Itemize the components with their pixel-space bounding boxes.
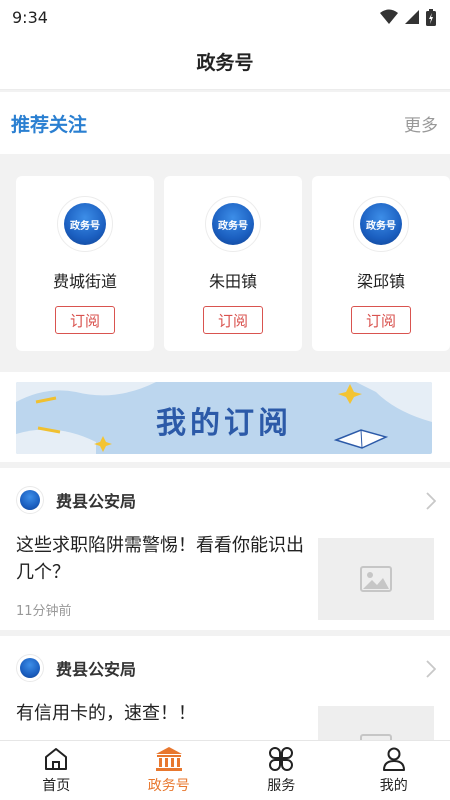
subscribe-button[interactable]: 订阅 — [351, 306, 411, 334]
profile-icon — [382, 747, 405, 771]
source-logo — [16, 654, 44, 682]
government-building-icon — [155, 747, 182, 771]
status-bar: 9:34 — [0, 0, 450, 34]
account-logo: 政务号 — [57, 196, 113, 252]
chevron-right-icon[interactable] — [426, 660, 436, 678]
home-icon — [45, 748, 68, 770]
news-item[interactable]: 费县公安局 这些求职陷阱需警惕！看看你能识出几个？ 11分钟前 — [0, 468, 450, 630]
status-time: 9:34 — [12, 7, 48, 27]
account-name: 费城街道 — [52, 272, 117, 291]
account-card[interactable]: 政务号 费城街道 订阅 — [16, 176, 154, 351]
account-name: 梁邱镇 — [356, 272, 405, 291]
more-link[interactable]: 更多 — [404, 111, 438, 136]
chevron-right-icon[interactable] — [426, 492, 436, 510]
account-name: 朱田镇 — [208, 272, 257, 291]
page-title: 政务号 — [196, 52, 254, 74]
title-bar: 政务号 — [0, 34, 450, 90]
banner-text: 我的订阅 — [156, 406, 292, 441]
news-source: 费县公安局 — [16, 486, 136, 514]
my-subscriptions-banner[interactable]: 我的订阅 — [16, 382, 432, 454]
recommend-header: 推荐关注 更多 — [0, 92, 450, 154]
subscribe-button[interactable]: 订阅 — [55, 306, 115, 334]
services-grid-icon — [269, 747, 294, 771]
tab-label: 服务 — [267, 778, 296, 794]
news-item[interactable]: 费县公安局 有信用卡的，速查！！ — [0, 636, 450, 740]
status-icons — [380, 8, 436, 26]
account-logo: 政务号 — [353, 196, 409, 252]
tab-home[interactable]: 首页 — [0, 741, 113, 800]
recommend-title: 推荐关注 — [11, 113, 88, 136]
news-title[interactable]: 这些求职陷阱需警惕！看看你能识出几个？ — [16, 532, 306, 586]
tab-government[interactable]: 政务号 — [113, 741, 226, 800]
banner-section: 我的订阅 — [0, 372, 450, 462]
subscribe-button[interactable]: 订阅 — [203, 306, 263, 334]
account-card[interactable]: 政务号 朱田镇 订阅 — [164, 176, 302, 351]
signal-icon — [405, 10, 419, 24]
tab-services[interactable]: 服务 — [225, 741, 338, 800]
source-name: 费县公安局 — [56, 660, 137, 679]
news-thumbnail[interactable] — [318, 538, 434, 620]
source-name: 费县公安局 — [56, 492, 137, 511]
recommend-cards: 政务号 费城街道 订阅 政务号 朱田镇 订阅 政务号 梁邱镇 订阅 — [0, 156, 450, 372]
news-time: 11分钟前 — [16, 604, 72, 619]
account-logo-text: 政务号 — [212, 203, 254, 245]
account-logo: 政务号 — [205, 196, 261, 252]
tab-label: 首页 — [42, 778, 71, 794]
bottom-tab-bar: 首页 政务号 服务 我的 — [0, 740, 450, 800]
account-card[interactable]: 政务号 梁邱镇 订阅 — [312, 176, 450, 351]
tab-label: 我的 — [379, 778, 408, 794]
account-logo-text: 政务号 — [360, 203, 402, 245]
news-thumbnail[interactable] — [318, 706, 434, 740]
source-logo — [16, 486, 44, 514]
tab-profile[interactable]: 我的 — [338, 741, 450, 800]
wifi-icon — [380, 9, 398, 24]
battery-icon — [426, 8, 436, 26]
account-logo-text: 政务号 — [64, 203, 106, 245]
news-title[interactable]: 有信用卡的，速查！！ — [16, 700, 306, 727]
news-source: 费县公安局 — [16, 654, 136, 682]
image-placeholder-icon — [360, 566, 392, 592]
tab-label: 政务号 — [147, 778, 190, 794]
